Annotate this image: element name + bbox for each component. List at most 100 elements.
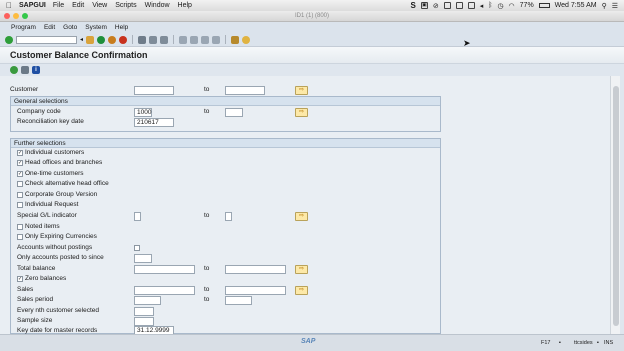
one-time-customers-checkbox[interactable]: ✓ One-time customers: [17, 169, 84, 179]
checkbox-label: Individual customers: [25, 149, 85, 156]
checkbox-label: Noted items: [25, 223, 60, 230]
find-icon[interactable]: [149, 35, 158, 44]
bluetooth-icon[interactable]: ᛒ: [488, 2, 492, 9]
execute-icon[interactable]: [10, 66, 18, 74]
checkbox-box[interactable]: [17, 192, 23, 198]
customer-multiple-selection-button[interactable]: ⇨: [295, 86, 308, 95]
mac-menu-edit[interactable]: Edit: [72, 2, 84, 9]
cancel-icon[interactable]: [119, 35, 128, 44]
print-icon[interactable]: [138, 35, 147, 44]
exit-icon[interactable]: [108, 35, 117, 44]
only-accounts-posted-input[interactable]: [134, 254, 152, 263]
find-next-icon[interactable]: [160, 35, 169, 44]
menu-goto[interactable]: Goto: [63, 24, 77, 31]
get-variant-icon[interactable]: [21, 66, 29, 74]
command-field[interactable]: [16, 35, 77, 44]
checkbox-box[interactable]: [17, 234, 23, 240]
accounts-without-postings-checkbox[interactable]: [134, 245, 140, 251]
volume-icon[interactable]: ◂: [480, 2, 484, 10]
every-nth-customer-input[interactable]: [134, 307, 154, 316]
checkbox-box[interactable]: [17, 181, 23, 187]
total-balance-to-input[interactable]: [225, 265, 286, 274]
company-code-multiple-selection-button[interactable]: ⇨: [295, 108, 308, 117]
apple-icon[interactable]: : [4, 1, 14, 10]
checkbox-box[interactable]: ✓: [17, 276, 23, 282]
sales-multiple-selection-button[interactable]: ⇨: [295, 286, 308, 295]
sales-period-from-input[interactable]: [134, 296, 161, 305]
checkbox-box[interactable]: [17, 224, 23, 230]
menu-system[interactable]: System: [85, 24, 107, 31]
special-gl-multiple-selection-button[interactable]: ⇨: [295, 212, 308, 221]
minimize-window-icon[interactable]: [13, 13, 19, 19]
head-offices-branches-checkbox[interactable]: ✓ Head offices and branches: [17, 158, 102, 168]
help-icon[interactable]: [242, 35, 251, 44]
individual-request-checkbox[interactable]: Individual Request: [17, 200, 78, 210]
menu-help[interactable]: Help: [115, 24, 128, 31]
only-expiring-currencies-checkbox[interactable]: Only Expiring Currencies: [17, 232, 97, 242]
command-dropdown-icon[interactable]: ◂: [80, 36, 83, 43]
total-balance-to-label: to: [204, 265, 210, 272]
clock[interactable]: Wed 7:55 AM: [555, 2, 597, 9]
mac-menu-scripts[interactable]: Scripts: [115, 2, 136, 9]
skype-icon[interactable]: S: [411, 1, 416, 10]
noted-items-checkbox[interactable]: Noted items: [17, 222, 60, 232]
battery-icon[interactable]: [538, 3, 550, 8]
company-code-to-input[interactable]: [225, 108, 243, 117]
checkbox-label: Head offices and branches: [25, 159, 103, 166]
wifi-icon[interactable]: ◠: [509, 2, 515, 10]
corporate-group-version-checkbox[interactable]: Corporate Group Version: [17, 190, 97, 200]
search-icon[interactable]: ⚲: [602, 2, 607, 10]
list-icon[interactable]: ☰: [612, 2, 618, 10]
individual-customers-checkbox[interactable]: ✓ Individual customers: [17, 148, 84, 158]
mac-menu-help[interactable]: Help: [178, 2, 192, 9]
menu-edit[interactable]: Edit: [44, 24, 55, 31]
sales-period-to-input[interactable]: [225, 296, 252, 305]
next-page-icon[interactable]: [201, 35, 210, 44]
special-gl-to-input[interactable]: [225, 212, 232, 221]
status-icon[interactable]: [455, 2, 463, 9]
company-code-input[interactable]: 1000: [134, 108, 152, 117]
mac-menu-file[interactable]: File: [53, 2, 64, 9]
special-gl-from-input[interactable]: [134, 212, 141, 221]
last-page-icon[interactable]: [212, 35, 221, 44]
sales-period-label: Sales period: [17, 296, 54, 303]
info-icon[interactable]: i: [32, 66, 40, 74]
sales-to-input[interactable]: [225, 286, 286, 295]
battery-percent[interactable]: 77%: [520, 2, 534, 9]
zero-balances-checkbox[interactable]: ✓ Zero balances: [17, 274, 66, 284]
folder-icon[interactable]: [443, 2, 451, 9]
total-balance-from-input[interactable]: [134, 265, 195, 274]
scrollbar-thumb[interactable]: [613, 86, 619, 326]
check-alternative-head-office-checkbox[interactable]: Check alternative head office: [17, 179, 109, 189]
display-icon[interactable]: ▣: [420, 2, 428, 9]
back-icon[interactable]: [97, 35, 106, 44]
menu-extra-icon[interactable]: [467, 2, 475, 9]
sales-from-input[interactable]: [134, 286, 195, 295]
checkbox-box[interactable]: ✓: [17, 171, 23, 177]
checkbox-box[interactable]: ✓: [17, 150, 23, 156]
customer-from-input[interactable]: [134, 86, 174, 95]
mac-menu-view[interactable]: View: [92, 2, 107, 9]
accounts-without-postings-label: Accounts without postings: [17, 244, 93, 251]
enter-icon[interactable]: [5, 35, 13, 44]
close-window-icon[interactable]: [4, 13, 10, 19]
mac-menu-window[interactable]: Window: [145, 2, 170, 9]
customer-to-input[interactable]: [225, 86, 265, 95]
first-page-icon[interactable]: [179, 35, 188, 44]
checkbox-box[interactable]: ✓: [17, 160, 23, 166]
zoom-window-icon[interactable]: [22, 13, 28, 19]
time-machine-icon[interactable]: ◷: [497, 2, 503, 10]
save-icon[interactable]: [86, 35, 95, 44]
reconciliation-key-date-input[interactable]: 210617: [134, 118, 174, 127]
app-menu-sapgui[interactable]: SAPGUI: [19, 2, 46, 9]
previous-page-icon[interactable]: [190, 35, 199, 44]
blocked-icon[interactable]: ⊘: [433, 2, 439, 10]
menu-program[interactable]: Program: [11, 24, 36, 31]
sap-logo: SAP: [301, 338, 316, 345]
window-title: ID1 (1) (800): [294, 13, 329, 19]
vertical-scrollbar[interactable]: [610, 76, 620, 334]
layout-icon[interactable]: [231, 35, 240, 44]
sample-size-input[interactable]: [134, 317, 154, 326]
checkbox-box[interactable]: [17, 202, 23, 208]
total-balance-multiple-selection-button[interactable]: ⇨: [295, 265, 308, 274]
